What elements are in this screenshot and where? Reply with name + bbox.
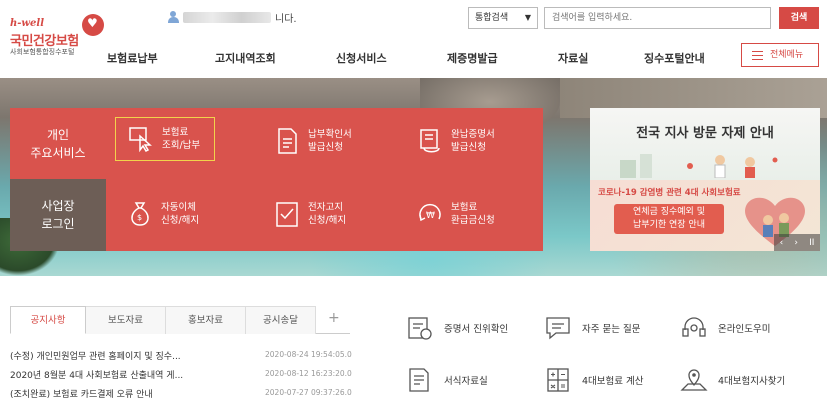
hamburger-icon [752, 51, 763, 60]
nav-item-payment[interactable]: 보험료납부 [107, 50, 158, 66]
heart-logo-icon [82, 14, 104, 36]
service-payment-confirmation[interactable]: 납부확인서 발급신청 [272, 126, 352, 156]
search-scope-select[interactable]: 통합검색 ▼ [468, 7, 538, 29]
map-pin-icon [680, 366, 708, 394]
full-menu-button[interactable]: 전체메뉴 [741, 43, 819, 67]
money-bag-icon: $ [125, 199, 155, 229]
service-electronic-notice[interactable]: 전자고지 신청/해지 [272, 199, 346, 229]
quicklink-certificate-verify[interactable]: 증명서 진위확인 [406, 314, 508, 342]
certificate-check-icon [406, 314, 434, 342]
certificate-scroll-icon [415, 126, 445, 156]
tab-public-delivery[interactable]: 공시송달 [246, 306, 316, 334]
redacted-username [183, 11, 271, 23]
banner-next-button[interactable]: › [794, 238, 798, 248]
tab-press-releases[interactable]: 보도자료 [86, 306, 166, 334]
notice-title[interactable]: (조치완료) 보험료 카드결제 오류 안내 [10, 387, 153, 400]
personal-services-panel: 개인 주요서비스 보험료 조회/납부 납부확인서 발급신청 완납증명서 발급신청 [10, 108, 543, 179]
list-item[interactable]: 2020년 8월분 4대 사회보험료 산출내역 게... 2020-08-12 … [10, 367, 352, 386]
list-item[interactable]: (수정) 개인민원업무 관련 홈페이지 및 징수... 2020-08-24 1… [10, 348, 352, 367]
notice-banner[interactable]: 전국 지사 방문 자제 안내 코로나-19 감염병 관련 4대 사회보험료 연체… [590, 108, 820, 251]
banner-pause-button[interactable]: II [809, 238, 814, 248]
hero-section: 개인 주요서비스 보험료 조회/납부 납부확인서 발급신청 완납증명서 발급신청 사업… [0, 78, 827, 276]
user-greeting: 니다. [168, 9, 297, 25]
quicklink-label: 온라인도우미 [718, 324, 771, 335]
board-tabs: 공지사항 보도자료 홍보자료 공시송달 + [10, 306, 350, 334]
tab-notices[interactable]: 공지사항 [10, 306, 86, 334]
cursor-click-icon [126, 124, 156, 154]
quicklink-label: 4대보험료 계산 [582, 376, 644, 387]
quicklink-premium-calculator[interactable]: 4대보험료 계산 [544, 366, 644, 394]
notice-date: 2020-08-12 16:23:20.0 [265, 369, 352, 378]
banner-controls: ‹ › II [774, 234, 820, 251]
notice-date: 2020-08-24 19:54:05.0 [265, 350, 352, 359]
list-item[interactable]: (조치완료) 보험료 카드결제 오류 안내 2020-07-27 09:37:2… [10, 386, 352, 405]
nav-item-portal-info[interactable]: 징수포털안내 [644, 50, 705, 66]
calculator-icon [544, 366, 572, 394]
refund-icon: ₩ [415, 199, 445, 229]
banner-title: 전국 지사 방문 자제 안내 [636, 126, 774, 141]
quicklink-label: 4대보험지사찾기 [718, 376, 786, 387]
service-refund-application[interactable]: ₩ 보험료 환급금신청 [415, 199, 495, 229]
service-premium-inquiry[interactable]: 보험료 조회/납부 [115, 117, 216, 161]
search-button[interactable]: 검색 [779, 7, 819, 29]
personal-services-label: 개인 주요서비스 [30, 127, 86, 160]
svg-text:$: $ [137, 213, 142, 222]
banner-subtitle: 코로나-19 감염병 관련 4대 사회보험료 [598, 188, 741, 198]
more-plus-icon[interactable]: + [328, 310, 340, 326]
tab-promotional[interactable]: 홍보자료 [166, 306, 246, 334]
quicklink-label: 서식자료실 [444, 376, 488, 387]
banner-body: 연체금 징수예외 및 납부기한 연장 안내 [614, 204, 724, 234]
svg-text:₩: ₩ [426, 211, 435, 221]
search-input[interactable] [544, 7, 771, 29]
service-full-payment-certificate[interactable]: 완납증명서 발급신청 [415, 126, 495, 156]
headset-icon [680, 314, 708, 342]
notice-title[interactable]: (수정) 개인민원업무 관련 홈페이지 및 징수... [10, 349, 181, 362]
chat-icon [544, 314, 572, 342]
quicklink-faq[interactable]: 자주 묻는 질문 [544, 314, 640, 342]
document-icon [272, 126, 302, 156]
forms-icon [406, 366, 434, 394]
main-nav: 보험료납부 고지내역조회 신청서비스 제증명발급 자료실 징수포털안내 [0, 48, 740, 68]
quicklink-label: 증명서 진위확인 [444, 324, 509, 335]
user-icon [168, 11, 179, 23]
business-login-button[interactable]: 사업장 로그인 [10, 179, 106, 251]
quicklink-online-helper[interactable]: 온라인도우미 [680, 314, 770, 342]
quicklink-forms[interactable]: 서식자료실 [406, 366, 488, 394]
quicklink-find-branch[interactable]: 4대보험지사찾기 [680, 366, 785, 394]
nav-item-notice-history[interactable]: 고지내역조회 [215, 50, 276, 66]
nav-item-resources[interactable]: 자료실 [558, 50, 588, 66]
quicklink-label: 자주 묻는 질문 [582, 324, 641, 335]
nav-item-certificates[interactable]: 제증명발급 [447, 50, 498, 66]
notice-title[interactable]: 2020년 8월분 4대 사회보험료 산출내역 게... [10, 368, 183, 381]
business-services-panel: 사업장 로그인 $ 자동이체 신청/해지 전자고지 신청/해지 ₩ 보험료 환급금신청 [10, 179, 543, 251]
notice-list: (수정) 개인민원업무 관련 홈페이지 및 징수... 2020-08-24 1… [10, 348, 352, 405]
banner-people-illustration [620, 154, 778, 178]
search-scope-value: 통합검색 [475, 13, 509, 23]
banner-prev-button[interactable]: ‹ [780, 238, 784, 248]
chevron-down-icon: ▼ [524, 13, 531, 22]
nav-item-application[interactable]: 신청서비스 [336, 50, 387, 66]
service-auto-transfer[interactable]: $ 자동이체 신청/해지 [125, 199, 199, 229]
logo-brand-en: h-well [10, 18, 44, 29]
checklist-icon [272, 199, 302, 229]
full-menu-label: 전체메뉴 [770, 50, 804, 60]
greeting-suffix: 니다. [275, 13, 297, 25]
notice-date: 2020-07-27 09:37:26.0 [265, 388, 352, 397]
